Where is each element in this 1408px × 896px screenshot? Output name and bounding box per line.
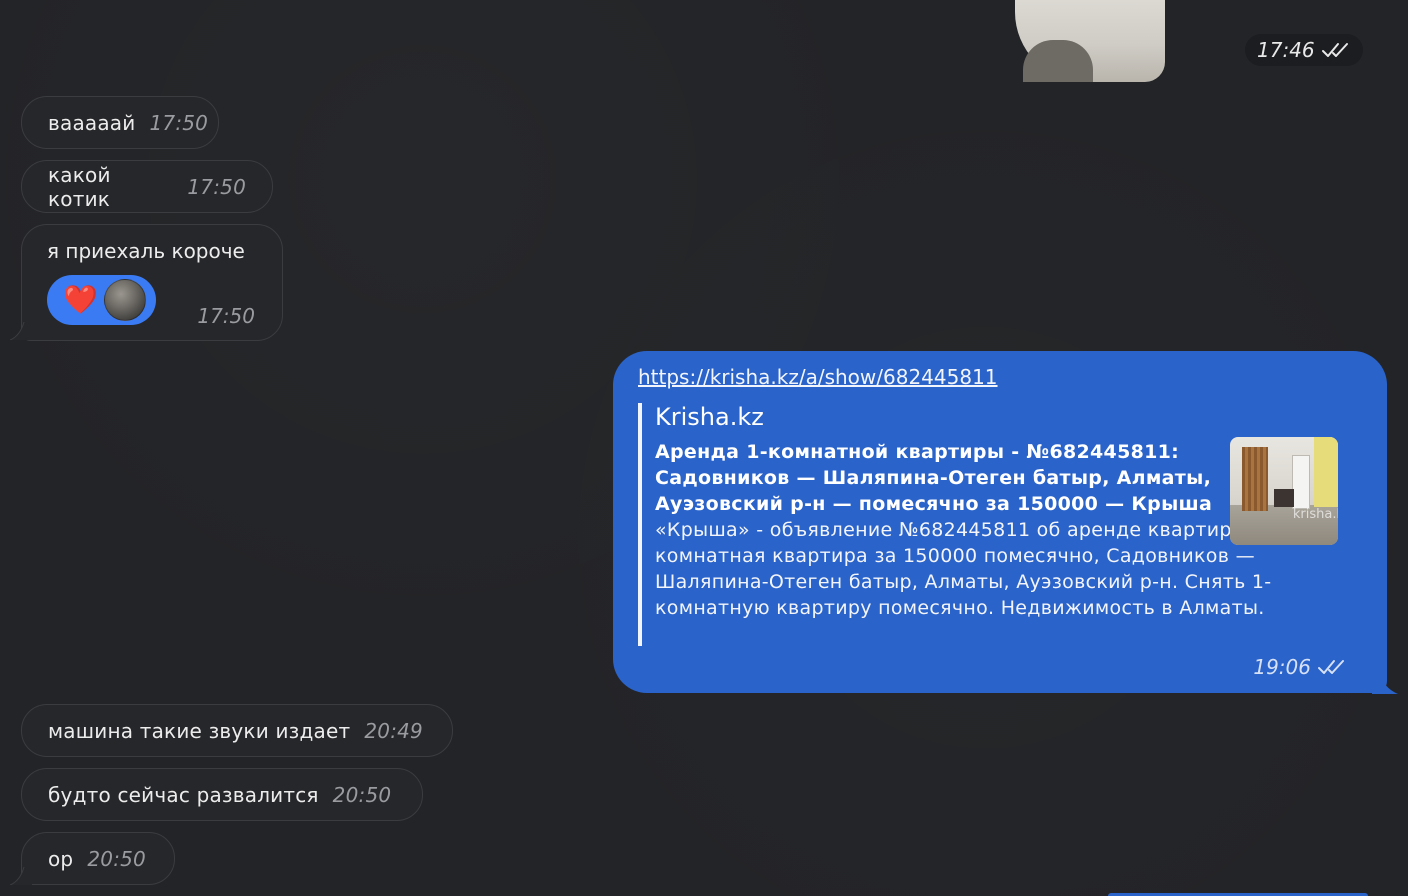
thumbnail-watermark: krisha.k (1292, 507, 1338, 522)
incoming-message-with-reaction[interactable]: я приехаль короче ❤️ 17:50 (21, 224, 283, 341)
message-text: будто сейчас развалится (48, 782, 319, 807)
cat-sticker[interactable] (975, 0, 1170, 82)
message-time: 20:49 (364, 718, 423, 743)
message-time: 17:50 (149, 110, 209, 135)
message-time: 19:06 (1253, 655, 1311, 679)
message-time: 17:50 (197, 304, 255, 328)
incoming-message[interactable]: какой котик 17:50 (21, 160, 273, 213)
double-check-icon (1321, 43, 1348, 57)
message-meta: 19:06 (1253, 655, 1347, 679)
preview-title: Аренда 1-комнатной квартиры - №682445811… (655, 441, 1213, 515)
incoming-message[interactable]: будто сейчас развалится 20:50 (21, 768, 423, 821)
heart-icon: ❤️ (63, 283, 98, 316)
message-text: ор (48, 846, 74, 871)
reactor-avatar[interactable] (103, 279, 146, 321)
sticker-cat-paw (1023, 40, 1093, 82)
bubble-tail (10, 867, 32, 885)
incoming-message[interactable]: вааааай 17:50 (21, 96, 219, 149)
sticker-time-pill: 17:46 (1245, 34, 1363, 66)
message-time: 20:50 (87, 846, 146, 871)
thumbnail-fridge (1292, 455, 1310, 509)
bubble-tail (1372, 674, 1398, 694)
incoming-message[interactable]: ор 20:50 (21, 832, 175, 885)
reaction-pill[interactable]: ❤️ (47, 275, 156, 325)
double-check-icon (1318, 660, 1344, 674)
thumbnail-table (1274, 489, 1294, 507)
message-text: я приехаль короче (47, 239, 245, 263)
thumbnail-wall (1314, 437, 1338, 507)
message-time: 17:50 (187, 174, 246, 199)
preview-thumbnail[interactable]: krisha.k (1230, 437, 1338, 545)
message-text: машина такие звуки издает (48, 718, 351, 743)
message-text: какой котик (48, 162, 111, 211)
message-text: вааааай (48, 110, 136, 135)
outgoing-link-message[interactable]: https://krisha.kz/a/show/682445811 Krish… (613, 351, 1387, 693)
incoming-message[interactable]: машина такие звуки издает 20:49 (21, 704, 453, 757)
preview-site-name: Krisha.kz (655, 403, 764, 431)
message-link[interactable]: https://krisha.kz/a/show/682445811 (638, 365, 998, 389)
bubble-tail (10, 322, 32, 340)
link-preview[interactable]: Krisha.kz Аренда 1-комнатной квартиры - … (638, 403, 1338, 646)
thumbnail-wood-panel (1242, 447, 1268, 511)
message-time: 17:46 (1257, 38, 1315, 62)
message-time: 20:50 (332, 782, 392, 807)
